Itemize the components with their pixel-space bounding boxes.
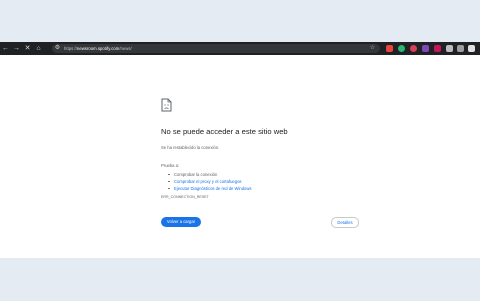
extension-icon-3[interactable] xyxy=(410,45,417,52)
details-button[interactable]: Detalles xyxy=(331,217,359,228)
error-subtitle: Se ha restablecido la conexión. xyxy=(161,145,220,150)
suggestion-item: Comprobar la conexión xyxy=(168,171,252,178)
browser-window: ← → ✕ ⌂ ⚙ https://newsroom.spotify.com/n… xyxy=(0,42,480,258)
forward-button[interactable]: → xyxy=(11,42,22,55)
url-path: /news/ xyxy=(119,46,132,51)
suggestion-item[interactable]: Ejecutar Diagnósticos de red de Windows xyxy=(168,185,252,192)
back-button[interactable]: ← xyxy=(0,42,11,55)
extension-icon-4[interactable] xyxy=(422,45,429,52)
url-scheme: https:// xyxy=(64,46,77,51)
try-label: Prueba a: xyxy=(161,163,180,168)
extension-icon-5[interactable] xyxy=(434,45,441,52)
stop-button[interactable]: ✕ xyxy=(22,42,33,55)
suggestion-link[interactable]: Comprobar el proxy y el cortafuegos xyxy=(174,179,242,184)
reload-button[interactable]: Volver a cargar xyxy=(161,217,201,227)
suggestion-list: Comprobar la conexión Comprobar el proxy… xyxy=(168,171,252,192)
bookmark-star-icon[interactable]: ☆ xyxy=(370,44,375,53)
suggestion-text: Comprobar la conexión xyxy=(174,172,218,177)
suggestion-item[interactable]: Comprobar el proxy y el cortafuegos xyxy=(168,178,252,185)
url-host: newsroom.spotify.com xyxy=(76,46,120,51)
address-bar[interactable]: ⚙ https://newsroom.spotify.com/news/ ☆ xyxy=(52,44,380,53)
error-code: ERR_CONNECTION_RESET xyxy=(161,195,209,199)
url-text[interactable]: https://newsroom.spotify.com/news/ xyxy=(64,46,132,51)
site-info-icon[interactable]: ⚙ xyxy=(53,44,62,53)
sad-page-icon xyxy=(161,98,172,112)
error-title: No se puede acceder a este sitio web xyxy=(161,127,288,136)
extension-icon-8[interactable] xyxy=(468,45,475,52)
extension-icon-7[interactable] xyxy=(457,45,464,52)
extension-icon-6[interactable] xyxy=(446,45,453,52)
browser-toolbar: ← → ✕ ⌂ ⚙ https://newsroom.spotify.com/n… xyxy=(0,42,480,55)
extension-icon-2[interactable] xyxy=(398,45,405,52)
home-button[interactable]: ⌂ xyxy=(33,42,44,55)
suggestion-link[interactable]: Ejecutar Diagnósticos de red de Windows xyxy=(174,186,252,191)
extension-icon-1[interactable] xyxy=(386,45,393,52)
